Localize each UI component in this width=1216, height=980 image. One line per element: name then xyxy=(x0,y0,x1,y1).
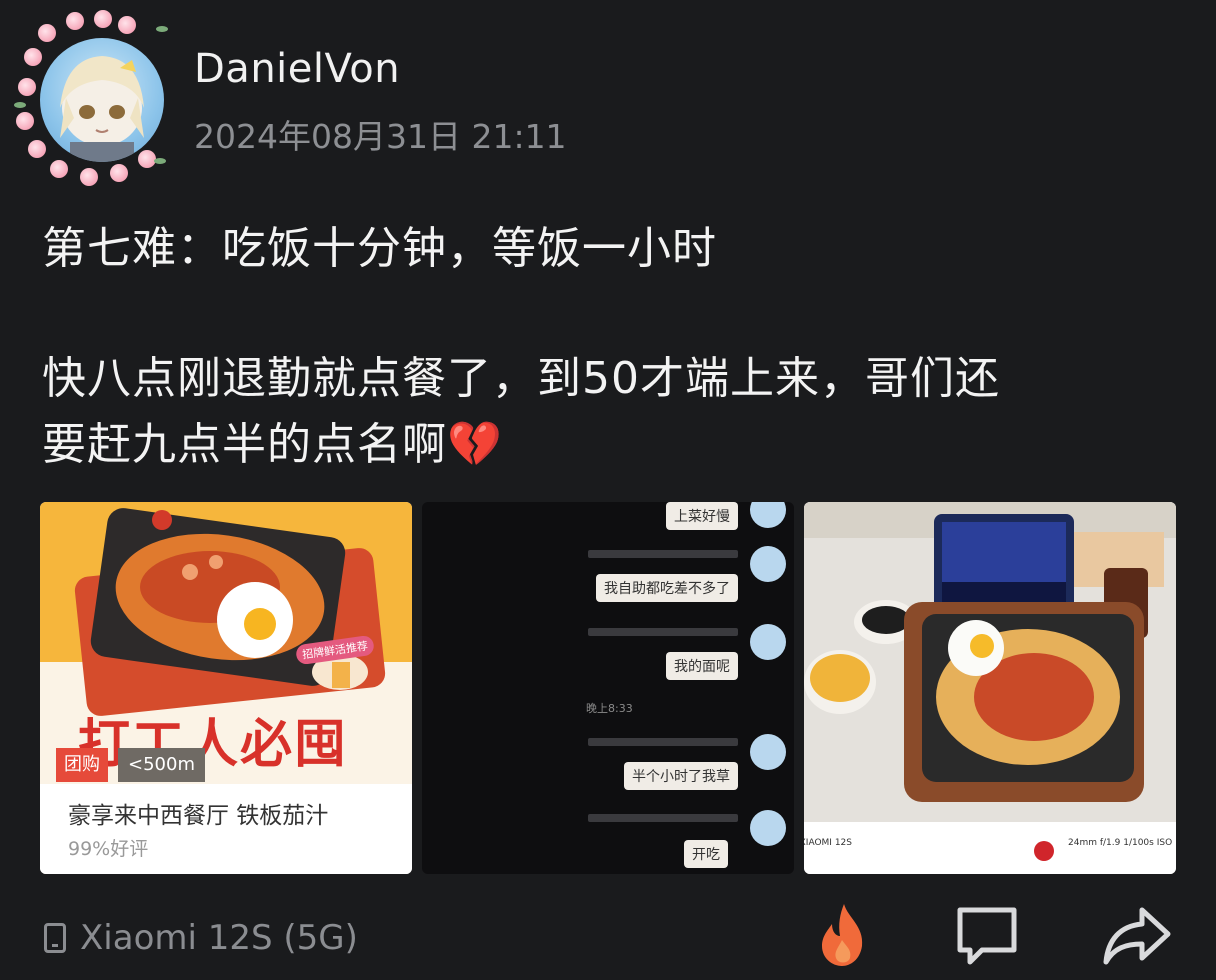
image-promo[interactable]: 招牌鲜活推荐 打工人必囤 团购 <500m 豪享来中西餐厅 铁板茄汁 99%好评 xyxy=(40,502,412,874)
chat-avatar xyxy=(750,624,786,660)
chat-message: 我自助都吃差不多了 xyxy=(596,574,738,602)
shop-name: 豪享来中西餐厅 铁板茄汁 xyxy=(68,803,329,829)
shop-rating: 99%好评 xyxy=(68,838,149,860)
camera-model: XIAOMI 12S xyxy=(804,838,852,848)
chat-message: 半个小时了我草 xyxy=(624,762,738,790)
post-text-line-3: 要赶九点半的点名啊💔 xyxy=(42,419,503,470)
share-icon xyxy=(1103,907,1171,965)
post-timestamp: 2024年08月31日 21:11 xyxy=(194,117,567,156)
chat-avatar xyxy=(750,734,786,770)
chat-time-divider: 晚上8:33 xyxy=(586,702,633,715)
comment-icon xyxy=(957,907,1017,965)
chat-sender-blur xyxy=(588,550,738,558)
image-food-photo[interactable]: XIAOMI 12S 24mm f/1.9 1/100s ISO xyxy=(804,502,1176,874)
image-chat[interactable]: 上菜好慢 我自助都吃差不多了 我的面呢 晚上8:33 半个小时了我草 开吃 xyxy=(422,502,794,874)
fire-icon xyxy=(822,904,863,966)
device-info: Xiaomi 12S (5G) xyxy=(44,914,358,962)
chat-sender-blur xyxy=(588,814,738,822)
chat-avatar xyxy=(750,546,786,582)
share-button[interactable] xyxy=(1102,900,1172,970)
chat-avatar xyxy=(750,810,786,846)
author-name[interactable]: DanielVon xyxy=(194,46,400,92)
post-text-line-2: 快八点刚退勤就点餐了，到50才端上来，哥们还 xyxy=(42,353,1000,404)
like-button[interactable] xyxy=(808,900,878,970)
chat-message: 我的面呢 xyxy=(666,652,738,680)
chat-message: 上菜好慢 xyxy=(666,502,738,530)
comment-button[interactable] xyxy=(952,900,1022,970)
weibo-post: DanielVon 2024年08月31日 21:11 第七难：吃饭十分钟，等饭… xyxy=(0,0,1216,980)
distance-tag: <500m xyxy=(118,748,205,782)
avatar-image xyxy=(40,38,164,162)
chat-sender-blur xyxy=(588,738,738,746)
promo-info-panel: 豪享来中西餐厅 铁板茄汁 99%好评 xyxy=(40,784,412,874)
device-name: Xiaomi 12S (5G) xyxy=(80,918,358,958)
chat-avatar xyxy=(750,502,786,528)
group-buy-tag: 团购 xyxy=(56,748,108,782)
chat-sender-blur xyxy=(588,628,738,636)
phone-icon xyxy=(44,923,66,953)
avatar[interactable] xyxy=(14,8,178,188)
photo-exif: 24mm f/1.9 1/100s ISO xyxy=(1068,838,1173,848)
post-text-line-1: 第七难：吃饭十分钟，等饭一小时 xyxy=(42,223,717,274)
chat-message: 开吃 xyxy=(684,840,728,868)
